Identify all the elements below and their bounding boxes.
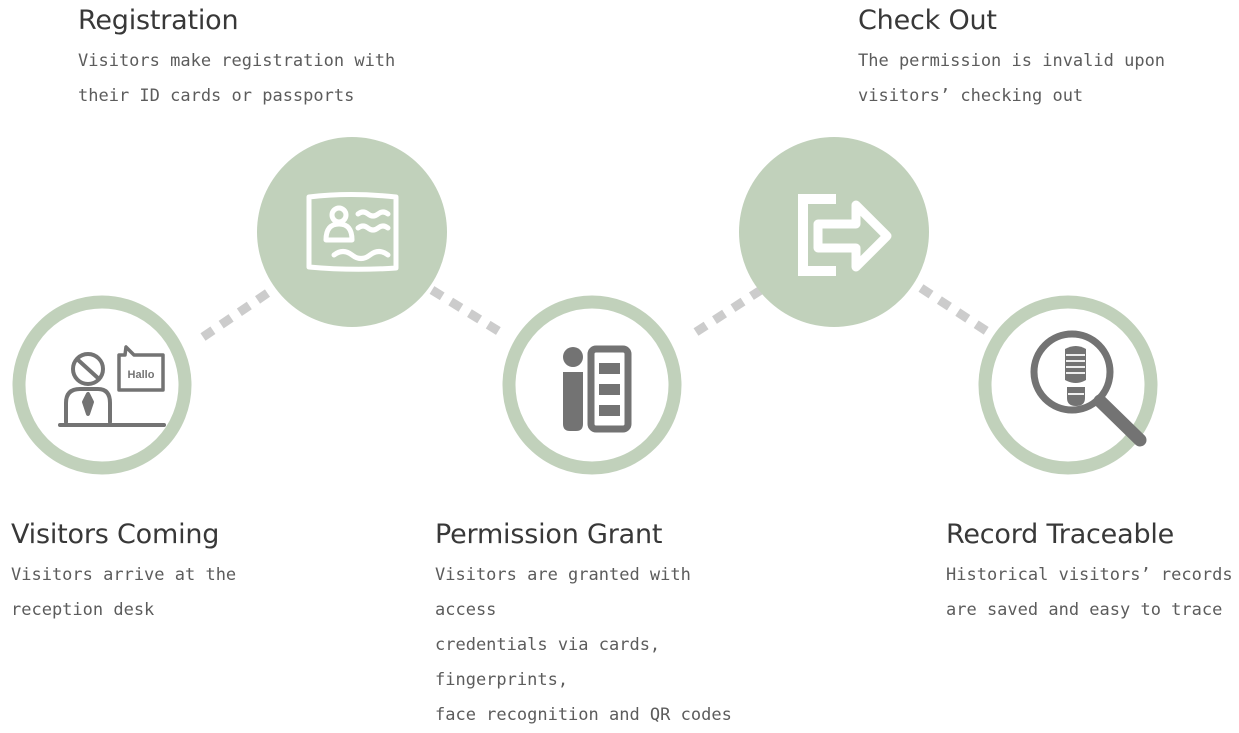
record-title: Record Traceable <box>946 519 1175 550</box>
registration-desc-line-1: Visitors make registration with <box>78 51 396 71</box>
registration-desc-line-2: their ID cards or passports <box>78 86 355 106</box>
checkout-desc-line-1: The permission is invalid upon <box>858 51 1166 71</box>
permission-title: Permission Grant <box>435 519 663 550</box>
node-registration <box>257 137 447 327</box>
checkout-title: Check Out <box>858 5 997 36</box>
connector-permission-checkout <box>693 284 767 336</box>
connector-checkout-record <box>918 284 991 336</box>
visitors-desc-line-1: Visitors arrive at the <box>11 565 237 585</box>
record-desc-line-2: are saved and easy to trace <box>946 600 1223 620</box>
permission-desc-line-3: face recognition and QR codes <box>435 705 732 725</box>
connector-visitors-registration <box>200 286 275 341</box>
step-record: Record Traceable Historical visitors’ re… <box>946 518 1239 628</box>
checkout-desc-line-2: visitors’ checking out <box>858 86 1084 106</box>
step-visitors: Visitors Coming Visitors arrive at the r… <box>11 518 331 628</box>
step-checkout: Check Out The permission is invalid upon… <box>858 4 1178 114</box>
visitors-desc-line-2: reception desk <box>11 600 155 620</box>
permission-desc-line-2: credentials via cards, fingerprints, <box>435 635 661 690</box>
node-checkout <box>739 137 929 327</box>
record-desc-line-1: Historical visitors’ records <box>946 565 1233 585</box>
connector-registration-permission <box>429 286 503 336</box>
speech-bubble-icon: Hallo <box>117 345 165 392</box>
step-permission: Permission Grant Visitors are granted wi… <box>435 518 755 733</box>
registration-title: Registration <box>78 5 239 36</box>
visitors-title: Visitors Coming <box>11 519 220 550</box>
step-registration: Registration Visitors make registration … <box>78 4 398 114</box>
node-permission <box>502 295 682 475</box>
speech-text: Hallo <box>128 369 155 381</box>
node-record <box>978 295 1158 475</box>
node-visitors: Hallo <box>12 295 192 475</box>
permission-desc-line-1: Visitors are granted with access <box>435 565 691 620</box>
